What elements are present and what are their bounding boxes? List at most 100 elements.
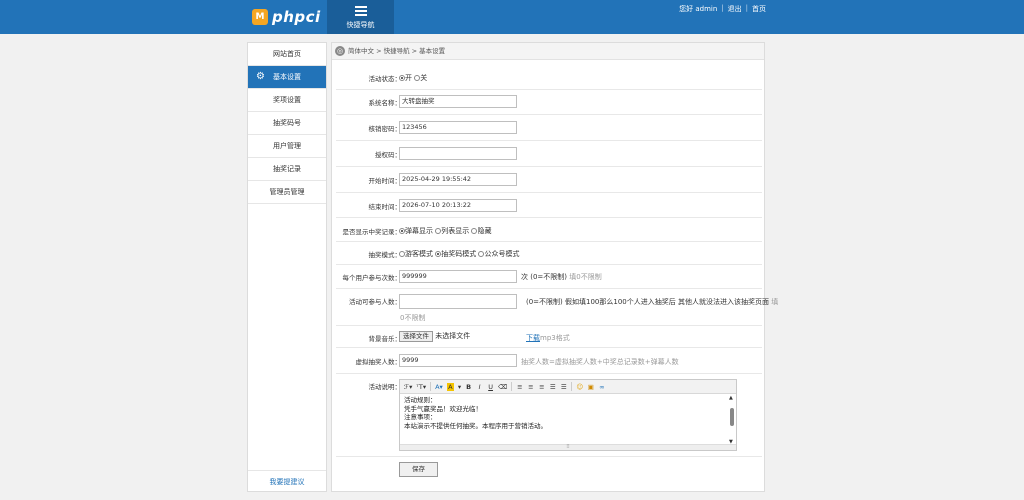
per-user-input[interactable]: 999999 [399, 270, 517, 283]
main-panel: ◎ 简体中文 > 快捷导航 > 基本设置 活动状态： 开 关 系统名称： 大转盘… [331, 42, 778, 492]
system-name-label: 系统名称： [368, 99, 402, 107]
per-user-label: 每个用户参与次数： [342, 274, 402, 282]
underline-icon[interactable]: U [487, 383, 494, 391]
editor-toolbar: ℱ▾ ᵀT▾ A▾ A ▾ B I U ⌫ ≡ ≡ ≡ ☰ ☰ ☺ ▣ ∞ [400, 380, 736, 394]
quick-nav-button[interactable]: 快捷导航 [327, 0, 394, 34]
image-icon[interactable]: ▣ [587, 383, 594, 391]
editor-line: 凭手气赢奖品！欢迎光临！ [404, 404, 482, 413]
font-color-icon[interactable]: A▾ [435, 383, 443, 391]
align-right-icon[interactable]: ≡ [538, 383, 545, 391]
sidebar-item-admins[interactable]: 管理员管理 [248, 181, 326, 204]
code-label: 核销密码： [368, 125, 402, 133]
link-icon[interactable]: ∞ [598, 383, 605, 391]
form-row-per-user: 每个用户参与次数： 999999 次 (0=不限制) 填0不限制 [336, 265, 762, 289]
scroll-thumb[interactable] [730, 408, 734, 426]
gear-icon: ⚙ [256, 71, 265, 82]
greeting-text: 您好 admin [679, 5, 718, 13]
logout-link[interactable]: 退出 [728, 4, 742, 14]
editor-content[interactable]: 活动规则： 凭手气赢奖品！欢迎光临！ 注意事项： 本站演示不提供任何抽奖。本程序… [400, 394, 736, 432]
mp3-format-hint: mp3格式 [540, 334, 570, 342]
form-row-end-time: 结束时间： 2026-07-10 20:13:22 [336, 193, 762, 218]
logo-text: phpci [272, 8, 321, 26]
form-row-virtual: 虚拟抽奖人数： 9999 抽奖人数=虚拟抽奖人数+中奖总记录数+弹幕人数 [336, 348, 762, 374]
max-people-note: (0=不限制) [526, 298, 563, 306]
align-left-icon[interactable]: ≡ [516, 383, 523, 391]
bold-icon[interactable]: B [465, 383, 472, 391]
form-row-status: 活动状态： 开 关 [336, 65, 762, 90]
system-name-input[interactable]: 大转盘抽奖 [399, 95, 517, 108]
per-user-hint: 填0不限制 [569, 273, 602, 281]
max-people-hint-2: 0不限制 [400, 314, 426, 322]
emoji-icon[interactable]: ☺ [576, 383, 583, 391]
home-link[interactable]: 首页 [752, 4, 766, 14]
sidebar: 网站首页 ⚙ 基本设置 奖项设置 抽奖码号 用户管理 抽奖记录 管理员管理 我要… [247, 42, 327, 492]
sidebar-item-label: 基本设置 [273, 73, 301, 81]
mode-guest-radio[interactable] [399, 251, 405, 257]
editor-scrollbar[interactable]: ▲ ▼ [729, 395, 735, 445]
font-family-icon[interactable]: ℱ▾ [404, 383, 412, 391]
sidebar-item-codes[interactable]: 抽奖码号 [248, 112, 326, 135]
description-label: 活动说明： [368, 383, 402, 391]
sidebar-item-home[interactable]: 网站首页 [248, 43, 326, 66]
unordered-list-icon[interactable]: ☰ [560, 383, 567, 391]
logo[interactable]: M phpci [252, 8, 321, 26]
breadcrumb: ◎ 简体中文 > 快捷导航 > 基本设置 [332, 43, 764, 60]
sidebar-item-basic-settings[interactable]: ⚙ 基本设置 [248, 66, 326, 89]
end-time-input[interactable]: 2026-07-10 20:13:22 [399, 199, 517, 212]
menu-icon [354, 6, 367, 16]
show-list-label: 列表显示 [441, 227, 470, 235]
choose-file-button[interactable]: 选择文件 [399, 331, 433, 342]
rich-text-editor[interactable]: ℱ▾ ᵀT▾ A▾ A ▾ B I U ⌫ ≡ ≡ ≡ ☰ ☰ ☺ ▣ ∞ 活动… [399, 379, 737, 451]
form-row-show-records: 是否显示中奖记录： 弹幕显示 列表显示 隐藏 [336, 218, 762, 242]
start-time-label: 开始时间： [368, 177, 402, 185]
form-row-mode: 抽奖模式： 游客模式 抽奖码模式 公众号模式 [336, 242, 762, 265]
feedback-link[interactable]: 我要提建议 [248, 470, 326, 487]
top-header: M phpci 快捷导航 您好 admin | 退出 | 首页 [0, 0, 1024, 34]
font-size-icon[interactable]: ᵀT▾ [416, 383, 426, 391]
sidebar-item-prizes[interactable]: 奖项设置 [248, 89, 326, 112]
show-records-label: 是否显示中奖记录： [342, 228, 402, 236]
download-link[interactable]: 下载 [526, 334, 540, 342]
status-on-radio[interactable] [399, 75, 405, 81]
max-people-input[interactable] [399, 294, 517, 309]
form-row-music: 背景音乐： 选择文件 未选择文件 下载mp3格式 [336, 326, 762, 348]
max-people-desc: 假如填100那么100个人进入抽奖后 其他人就没法进入该抽奖页面 [565, 298, 769, 306]
no-file-text: 未选择文件 [435, 332, 471, 340]
quick-nav-label: 快捷导航 [346, 21, 375, 29]
ordered-list-icon[interactable]: ☰ [549, 383, 556, 391]
italic-icon[interactable]: I [476, 383, 483, 391]
status-label: 活动状态： [368, 75, 402, 83]
auth-input[interactable] [399, 147, 517, 160]
status-off-label: 关 [420, 74, 428, 82]
sidebar-item-records[interactable]: 抽奖记录 [248, 158, 326, 181]
sidebar-item-users[interactable]: 用户管理 [248, 135, 326, 158]
editor-line: 活动规则： [404, 396, 437, 404]
editor-resize-handle[interactable]: ⠿ [400, 444, 736, 450]
per-user-note: (0=不限制) [530, 273, 568, 281]
code-input[interactable]: 123456 [399, 121, 517, 134]
highlight-icon[interactable]: A [446, 382, 454, 391]
editor-line: 注意事项： [404, 413, 437, 421]
align-center-icon[interactable]: ≡ [527, 383, 534, 391]
music-label: 背景音乐： [368, 335, 402, 343]
show-danmaku-label: 弹幕显示 [405, 227, 433, 235]
eraser-icon[interactable]: ⌫ [498, 383, 507, 391]
mode-code-label: 抽奖码模式 [441, 250, 477, 258]
mode-wechat-label: 公众号模式 [484, 250, 520, 258]
form-row-system-name: 系统名称： 大转盘抽奖 [336, 90, 762, 115]
virtual-label: 虚拟抽奖人数： [355, 358, 402, 366]
status-on-label: 开 [405, 74, 412, 82]
logo-badge-icon: M [252, 9, 268, 25]
form-row-code: 核销密码： 123456 [336, 115, 762, 141]
mode-guest-label: 游客模式 [405, 250, 433, 258]
show-danmaku-radio[interactable] [399, 228, 405, 234]
breadcrumb-text: 简体中文 > 快捷导航 > 基本设置 [348, 47, 446, 55]
save-button[interactable]: 保存 [399, 462, 438, 477]
end-time-label: 结束时间： [368, 203, 402, 211]
max-people-hint: 填 [771, 298, 779, 306]
mode-label: 抽奖模式： [368, 251, 402, 259]
start-time-input[interactable]: 2025-04-29 19:55:42 [399, 173, 517, 186]
virtual-input[interactable]: 9999 [399, 354, 517, 367]
editor-line: 本站演示不提供任何抽奖。本程序用于营销活动。 [404, 421, 547, 430]
globe-icon: ◎ [335, 46, 345, 56]
